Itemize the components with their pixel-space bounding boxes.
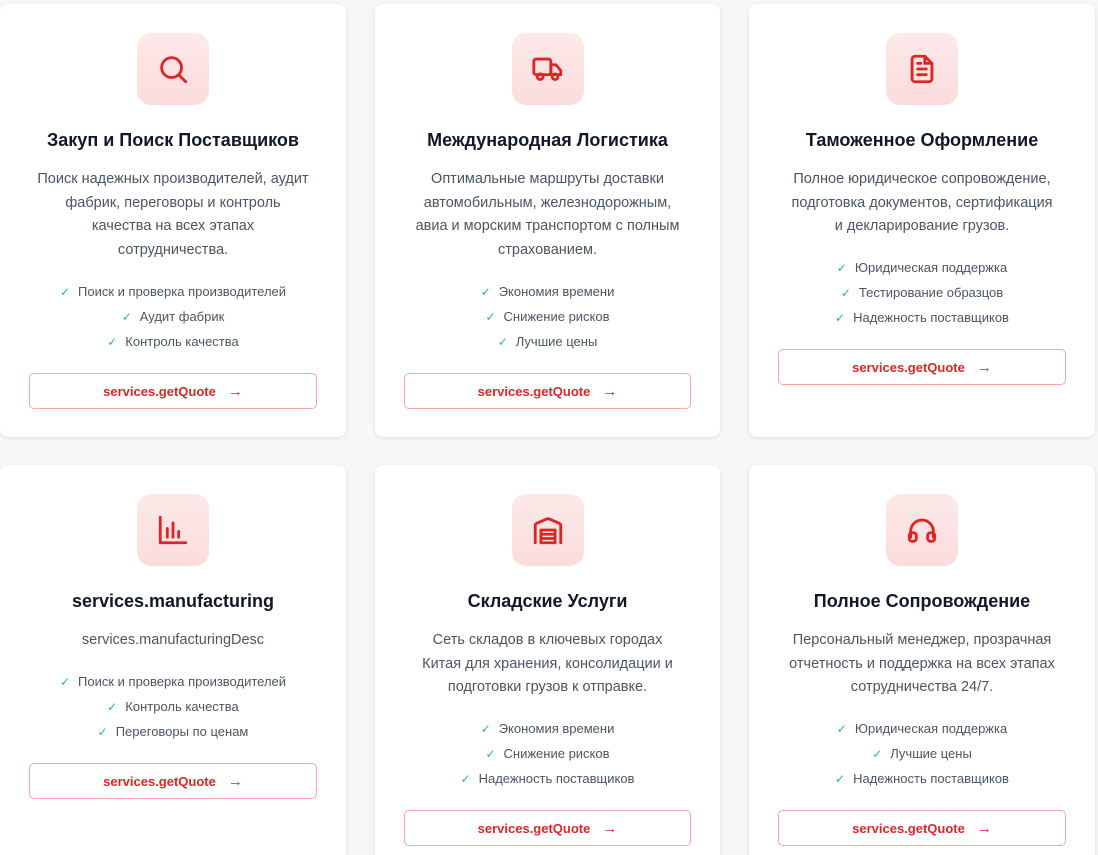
feature-item: ✓ Контроль качества bbox=[107, 334, 239, 349]
feature-list: ✓ Юридическая поддержка ✓ Лучшие цены ✓ Над… bbox=[749, 716, 1095, 791]
arrow-right-icon: → bbox=[976, 358, 992, 376]
card-description: Поиск надежных производителей, аудит фабр… bbox=[37, 171, 309, 258]
card-description: Полное юридическое сопровождение, подгото… bbox=[791, 171, 1053, 234]
check-icon: ✓ bbox=[460, 772, 471, 786]
check-icon: ✓ bbox=[59, 675, 71, 689]
check-icon: ✓ bbox=[107, 335, 118, 349]
check-icon: ✓ bbox=[872, 747, 883, 761]
card-title: Таможенное Оформление bbox=[805, 130, 1039, 150]
headphones-icon bbox=[886, 494, 958, 566]
feature-item: ✓ Аудит фабрик bbox=[121, 309, 225, 324]
feature-item: ✓ Надежность поставщиков bbox=[460, 771, 635, 786]
card-description: Оптимальные маршруты доставки автомобильн… bbox=[415, 171, 680, 258]
feature-item: ✓ Лучшие цены bbox=[872, 746, 972, 761]
feature-item: ✓ Надежность поставщиков bbox=[835, 310, 1009, 325]
card-title: Полное Сопровождение bbox=[813, 591, 1031, 611]
check-icon: ✓ bbox=[835, 311, 846, 325]
feature-item: ✓ Контроль качества bbox=[107, 699, 239, 714]
bar-chart-icon bbox=[137, 494, 209, 566]
feature-item: ✓ Поиск и проверка производителей bbox=[59, 674, 287, 689]
check-icon: ✓ bbox=[485, 310, 496, 324]
check-icon: ✓ bbox=[485, 747, 496, 761]
card-title: Закуп и Поиск Поставщиков bbox=[47, 130, 299, 150]
card-title: Международная Логистика bbox=[427, 130, 668, 150]
check-icon: ✓ bbox=[121, 310, 132, 324]
arrow-right-icon: → bbox=[227, 382, 243, 400]
check-icon: ✓ bbox=[497, 335, 508, 349]
service-card-logistics: Международная Логистика Оптимальные марш… bbox=[375, 4, 720, 437]
get-quote-button[interactable]: services.getQuote → bbox=[778, 810, 1066, 846]
card-description: Персональный менеджер, прозрачная отчетно… bbox=[789, 632, 1055, 695]
service-card-customs: Таможенное Оформление Полное юридическое… bbox=[749, 4, 1095, 437]
truck-icon bbox=[511, 33, 584, 105]
arrow-right-icon: → bbox=[227, 772, 243, 790]
check-icon: ✓ bbox=[836, 722, 847, 736]
get-quote-button[interactable]: services.getQuote → bbox=[404, 810, 691, 846]
feature-item: ✓ Поиск и проверка производителей bbox=[59, 284, 287, 299]
card-description: services.manufacturingDesc bbox=[81, 632, 265, 648]
arrow-right-icon: → bbox=[602, 382, 618, 400]
check-icon: ✓ bbox=[97, 725, 108, 739]
feature-item: ✓ Тестирование образцов bbox=[840, 285, 1004, 300]
service-card-warehouse: Складские Услуги Сеть складов в ключевых… bbox=[375, 465, 720, 855]
check-icon: ✓ bbox=[480, 285, 491, 299]
arrow-right-icon: → bbox=[602, 819, 618, 837]
feature-list: ✓ Экономия времени ✓ Снижение рисков ✓ Наде… bbox=[375, 716, 720, 791]
feature-item: ✓ Юридическая поддержка bbox=[836, 260, 1008, 275]
feature-list: ✓ Поиск и проверка производителей ✓ Аудит … bbox=[0, 279, 346, 354]
check-icon: ✓ bbox=[59, 285, 71, 299]
get-quote-button[interactable]: services.getQuote → bbox=[404, 373, 691, 409]
get-quote-button[interactable]: services.getQuote → bbox=[778, 349, 1066, 385]
check-icon: ✓ bbox=[836, 261, 847, 275]
card-title: Складские Услуги bbox=[467, 591, 628, 611]
feature-list: ✓ Экономия времени ✓ Снижение рисков ✓ Лучш… bbox=[375, 279, 720, 354]
check-icon: ✓ bbox=[835, 772, 846, 786]
feature-item: ✓ Лучшие цены bbox=[497, 334, 598, 349]
get-quote-button[interactable]: services.getQuote → bbox=[29, 763, 317, 799]
warehouse-icon bbox=[511, 494, 584, 566]
service-card-manufacturing: services.manufacturing services.manufact… bbox=[0, 465, 346, 855]
service-card-sourcing: Закуп и Поиск Поставщиков Поиск надежных… bbox=[0, 4, 346, 437]
card-title: services.manufacturing bbox=[71, 591, 275, 611]
check-icon: ✓ bbox=[107, 700, 118, 714]
feature-item: ✓ Снижение рисков bbox=[485, 746, 610, 761]
feature-item: ✓ Надежность поставщиков bbox=[835, 771, 1009, 786]
feature-item: ✓ Снижение рисков bbox=[485, 309, 610, 324]
feature-item: ✓ Переговоры по ценам bbox=[97, 724, 249, 739]
feature-list: ✓ Юридическая поддержка ✓ Тестирование обр… bbox=[749, 255, 1095, 330]
service-card-support: Полное Сопровождение Персональный менедж… bbox=[749, 465, 1095, 855]
feature-list: ✓ Поиск и проверка производителей ✓ Контро… bbox=[0, 669, 346, 744]
arrow-right-icon: → bbox=[976, 819, 992, 837]
feature-item: ✓ Юридическая поддержка bbox=[836, 721, 1008, 736]
feature-item: ✓ Экономия времени bbox=[480, 721, 615, 736]
get-quote-button[interactable]: services.getQuote → bbox=[29, 373, 317, 409]
card-description: Сеть складов в ключевых городах Китая для… bbox=[422, 632, 673, 695]
check-icon: ✓ bbox=[480, 722, 491, 736]
document-icon bbox=[886, 33, 958, 105]
search-icon bbox=[137, 33, 209, 105]
feature-item: ✓ Экономия времени bbox=[480, 284, 615, 299]
check-icon: ✓ bbox=[840, 286, 851, 300]
